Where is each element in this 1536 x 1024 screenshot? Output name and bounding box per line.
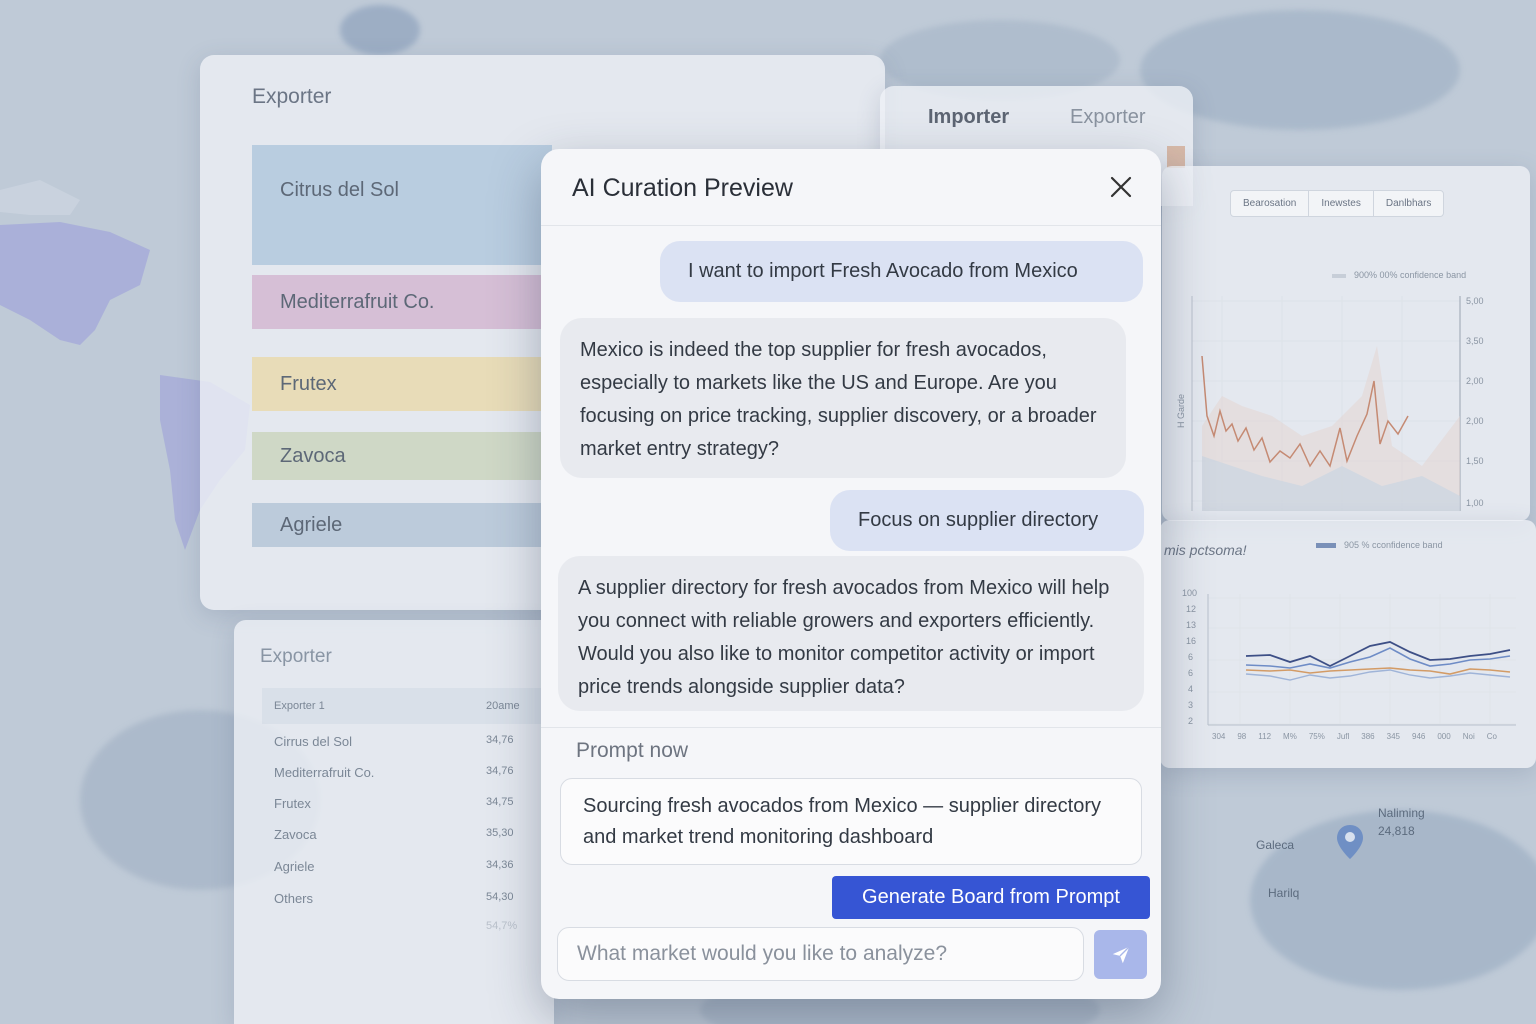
row-value: 34,75 — [486, 796, 514, 808]
row-value: 34,76 — [486, 734, 514, 746]
sankey-node-label: Zavoca — [280, 444, 346, 467]
table-row[interactable]: Agriele 34,36 — [274, 859, 564, 874]
x-tick: 345 — [1386, 732, 1400, 741]
y-tick: 3 — [1188, 700, 1194, 710]
table-row[interactable]: Mediterrafruit Co. 34,76 — [274, 765, 564, 780]
generate-board-button[interactable]: Generate Board from Prompt — [832, 876, 1150, 919]
y-tick: 2 — [1188, 716, 1194, 726]
sankey-node-label: Mediterrafruit Co. — [280, 290, 435, 313]
chat-message-user: Focus on supplier directory — [830, 490, 1144, 551]
sankey-node-frutex[interactable]: Frutex — [252, 357, 552, 411]
y-tick: 16 — [1186, 636, 1197, 646]
ai-curation-preview-modal: AI Curation Preview I want to import Fre… — [541, 149, 1161, 999]
table-row[interactable]: Others 54,30 — [274, 891, 564, 906]
row-name: Others — [274, 891, 314, 906]
table-row[interactable]: Frutex 34,75 — [274, 796, 564, 811]
y-tick: 6 — [1188, 652, 1194, 662]
modal-header: AI Curation Preview — [541, 149, 1161, 226]
y-tick: 3,50 — [1466, 336, 1484, 346]
sankey-node-citrus-del-sol[interactable]: Citrus del Sol — [252, 145, 552, 265]
y-tick: 1,00 — [1466, 498, 1484, 508]
row-value: 35,30 — [486, 827, 514, 839]
sankey-node-label: Frutex — [280, 372, 337, 395]
tab-importer[interactable]: Importer — [928, 106, 1009, 129]
y-tick: 4 — [1188, 684, 1194, 694]
price-trend-chart-panel: Bearosation Inewstes Danlbhars 900% 00% … — [1162, 166, 1530, 521]
row-name: Cirrus del Sol — [274, 734, 353, 749]
map-label-harilq: Harilq — [1268, 886, 1300, 900]
x-tick: Noi — [1462, 732, 1475, 741]
sankey-node-label: Agriele — [280, 513, 343, 536]
x-tick: 112 — [1258, 732, 1272, 741]
location-pin-icon[interactable] — [1336, 824, 1364, 860]
series-line-4 — [1245, 669, 1511, 681]
x-tick: 98 — [1237, 732, 1247, 741]
sankey-node-mediterrafruit[interactable]: Mediterrafruit Co. — [252, 275, 552, 329]
x-tick: 946 — [1412, 732, 1426, 741]
table-row[interactable]: Zavoca 35,30 — [274, 827, 564, 842]
sankey-node-zavoca[interactable]: Zavoca — [252, 432, 552, 480]
confidence-band-chart-panel: mis pctsoma! 905 % cconfidence band 100 … — [1160, 520, 1536, 768]
y-tick: 5,00 — [1466, 296, 1484, 306]
sankey-node-agriele[interactable]: Agriele — [252, 503, 552, 547]
y-tick: 2,00 — [1466, 416, 1484, 426]
close-icon[interactable] — [1107, 173, 1135, 201]
sankey-node-label: Citrus del Sol — [280, 178, 399, 201]
x-tick: 304 — [1212, 732, 1226, 741]
chat-message-user: I want to import Fresh Avocado from Mexi… — [660, 241, 1143, 302]
row-value: 54,7% — [486, 920, 518, 932]
confidence-band-line-chart — [1207, 594, 1516, 726]
row-name: Frutex — [274, 796, 311, 811]
chat-message-ai: A supplier directory for fresh avocados … — [558, 556, 1144, 711]
send-button[interactable] — [1094, 930, 1147, 979]
y-tick: 2,00 — [1466, 376, 1484, 386]
x-tick: 000 — [1437, 732, 1451, 741]
map-label-galeca: Galeca — [1256, 838, 1295, 852]
row-name: Agriele — [274, 859, 315, 874]
table-panel-title: Exporter — [260, 646, 332, 667]
map-label-naliming: Naliming — [1378, 806, 1425, 820]
prompt-divider — [541, 727, 1161, 728]
column-header-exporter[interactable]: Exporter 1 — [274, 700, 325, 712]
row-name: Mediterrafruit Co. — [274, 765, 375, 780]
y-tick: 100 — [1182, 588, 1198, 598]
tab-panel-accent — [1167, 146, 1185, 168]
exporter-table-panel: Exporter Exporter 1 20ame Cirrus del Sol… — [234, 620, 562, 1024]
x-tick: 386 — [1361, 732, 1375, 741]
tab-exporter[interactable]: Exporter — [1070, 106, 1146, 129]
row-value: 54,30 — [486, 891, 514, 903]
prompt-preview-box[interactable]: Sourcing fresh avocados from Mexico — su… — [560, 778, 1142, 865]
chart-y-axis-label: H Garde — [1176, 393, 1187, 429]
x-tick: Jufl — [1336, 732, 1350, 741]
map-label-value: 24,818 — [1378, 824, 1415, 838]
table-header: Exporter 1 20ame — [262, 688, 562, 724]
y-tick: 1,50 — [1466, 456, 1484, 466]
y-tick: 6 — [1188, 668, 1194, 678]
table-row[interactable]: Cirrus del Sol 34,76 — [274, 734, 564, 749]
prompt-label: Prompt now — [576, 739, 689, 762]
x-tick: Co — [1486, 732, 1497, 741]
modal-title: AI Curation Preview — [572, 174, 793, 202]
y-tick: 12 — [1186, 604, 1197, 614]
row-value: 34,36 — [486, 859, 514, 871]
x-tick: M% — [1283, 732, 1297, 741]
y-tick: 13 — [1186, 620, 1197, 630]
column-header-value[interactable]: 20ame — [486, 700, 520, 712]
chat-message-ai: Mexico is indeed the top supplier for fr… — [560, 318, 1126, 478]
send-icon — [1112, 945, 1130, 963]
x-axis-ticks: 304 98 112 M% 75% Jufl 386 345 946 000 N… — [1212, 732, 1497, 741]
x-tick: 75% — [1308, 732, 1325, 741]
row-name: Zavoca — [274, 827, 317, 842]
chat-input[interactable] — [557, 927, 1084, 981]
series-line-2 — [1245, 647, 1511, 669]
row-value: 34,76 — [486, 765, 514, 777]
